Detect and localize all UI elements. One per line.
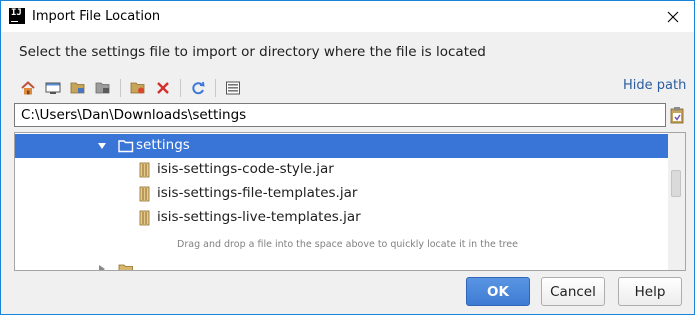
- delete-button[interactable]: [154, 79, 172, 97]
- dialog-description: Select the settings file to import or di…: [19, 44, 486, 60]
- tree-row-settings-folder[interactable]: settings: [15, 134, 668, 158]
- scrollbar-thumb[interactable]: [671, 170, 681, 197]
- delete-icon: [157, 82, 169, 94]
- refresh-button[interactable]: [189, 79, 207, 97]
- desktop-button[interactable]: [44, 79, 62, 97]
- home-icon: [21, 81, 35, 95]
- home-button[interactable]: [19, 79, 37, 97]
- new-folder-icon: [130, 82, 145, 94]
- toolbar-separator: [180, 79, 181, 97]
- project-button[interactable]: [69, 79, 87, 97]
- desktop-icon: [45, 82, 61, 94]
- file-tree[interactable]: settings isis-settings-code-style.jar is…: [14, 132, 686, 271]
- jar-file-icon: [139, 162, 150, 178]
- tree-row-file[interactable]: isis-settings-file-templates.jar: [15, 182, 668, 206]
- tree-row-file[interactable]: isis-settings-code-style.jar: [15, 158, 668, 182]
- tree-row-file[interactable]: isis-settings-live-templates.jar: [15, 206, 668, 230]
- tree-row-collapsed-folder[interactable]: [15, 262, 668, 271]
- collapse-arrow-icon[interactable]: [97, 264, 107, 271]
- file-chooser-toolbar: [19, 79, 249, 97]
- toolbar-separator: [120, 79, 121, 97]
- intellij-app-icon: IJ: [9, 8, 25, 24]
- tree-label-file: isis-settings-code-style.jar: [157, 161, 334, 177]
- window-title: Import File Location: [32, 9, 161, 24]
- title-bar[interactable]: IJ Import File Location: [1, 1, 694, 32]
- module-button[interactable]: [94, 79, 112, 97]
- project-folder-icon: [70, 82, 85, 94]
- refresh-icon: [192, 81, 205, 95]
- module-folder-icon: [95, 82, 110, 94]
- jar-file-icon: [139, 186, 150, 202]
- expand-arrow-icon[interactable]: [97, 141, 107, 151]
- path-input[interactable]: C:\Users\Dan\Downloads\settings: [14, 103, 666, 127]
- tree-label-settings: settings: [136, 137, 190, 153]
- ok-button[interactable]: OK: [466, 277, 530, 306]
- show-hidden-button[interactable]: [224, 79, 242, 97]
- tree-label-file: isis-settings-file-templates.jar: [157, 185, 358, 201]
- tree-label-file: isis-settings-live-templates.jar: [157, 209, 361, 225]
- app-icon-text: IJ: [11, 8, 22, 18]
- folder-icon: [118, 264, 133, 270]
- path-history-button[interactable]: [669, 106, 685, 124]
- dialog-content: Select the settings file to import or di…: [1, 32, 694, 314]
- clipboard-icon: [670, 107, 684, 124]
- close-button[interactable]: [651, 1, 694, 32]
- toolbar-separator: [215, 79, 216, 97]
- close-icon: [667, 11, 678, 22]
- jar-file-icon: [139, 210, 150, 226]
- folder-icon: [118, 140, 134, 153]
- show-hidden-icon: [226, 81, 240, 95]
- cancel-button[interactable]: Cancel: [541, 277, 605, 306]
- help-button[interactable]: Help: [618, 277, 682, 306]
- hide-path-link[interactable]: Hide path: [623, 78, 686, 93]
- drag-drop-hint: Drag and drop a file into the space abov…: [177, 239, 518, 250]
- import-file-location-dialog: IJ Import File Location Select the setti…: [0, 0, 695, 315]
- new-folder-button[interactable]: [129, 79, 147, 97]
